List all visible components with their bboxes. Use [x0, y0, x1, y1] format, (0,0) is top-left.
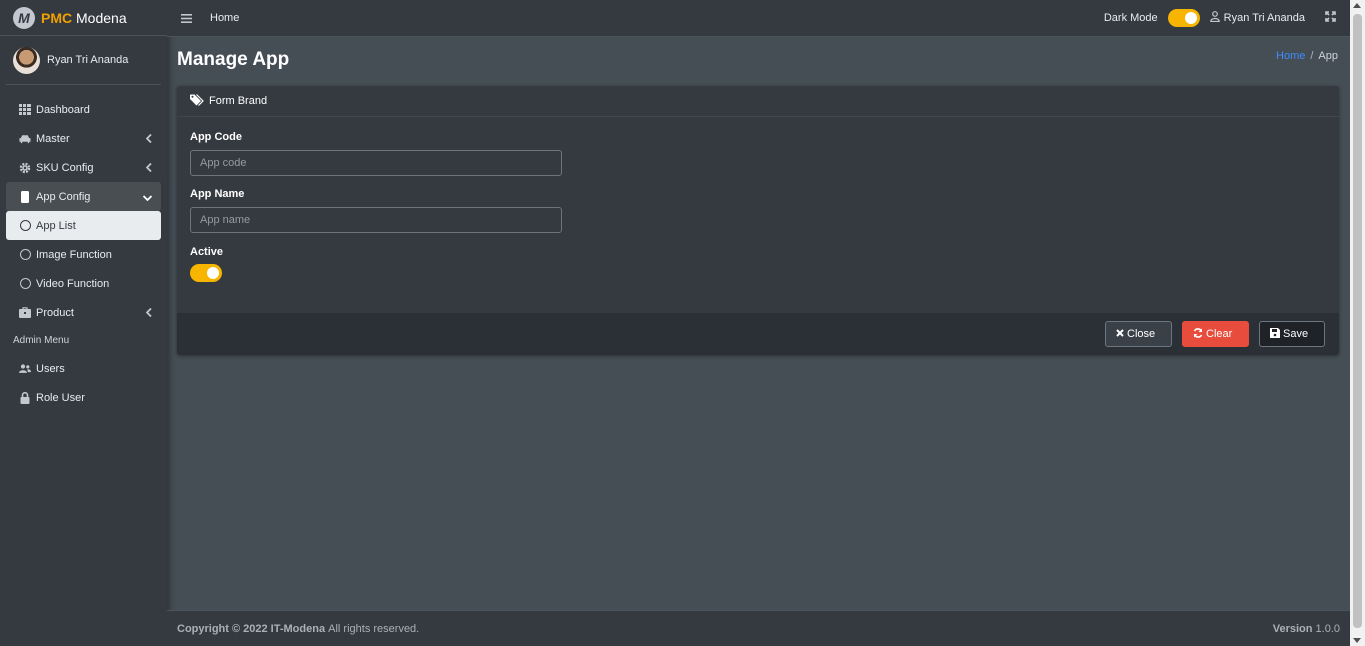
circle-icon [19, 278, 31, 290]
brand-text-bold: PMC [41, 9, 73, 26]
gear-icon [19, 162, 31, 174]
form-brand-card: Form Brand App Code App Name Active Clos… [177, 86, 1339, 355]
navbar-user[interactable]: Ryan Tri Ananda [1209, 11, 1305, 25]
app-name-input[interactable] [190, 207, 562, 233]
brand-text: PMC Modena [41, 10, 127, 26]
active-toggle[interactable] [190, 264, 222, 282]
tags-icon [190, 93, 205, 109]
hamburger-menu-icon[interactable] [181, 11, 192, 26]
fullscreen-icon[interactable] [1325, 11, 1336, 25]
page-title: Manage App [177, 49, 290, 70]
copyright-text: Copyright © 2022 IT-Modena [177, 622, 326, 635]
version-number: 1.0.0 [1315, 622, 1340, 635]
app-name-group: App Name [190, 188, 1326, 233]
car-icon [19, 133, 31, 145]
save-button-label: Save [1283, 328, 1309, 340]
sidebar-item-image-function[interactable]: Image Function [6, 240, 161, 269]
dark-mode-label: Dark Mode [1103, 12, 1158, 24]
sidebar-item-sku-config[interactable]: SKU Config [6, 153, 161, 182]
sidebar-item-label: Role User [36, 391, 85, 404]
brand-text-name: Modena [76, 9, 127, 26]
app-code-label: App Code [190, 131, 242, 143]
refresh-icon [1193, 327, 1203, 341]
brand-logo: M [13, 6, 35, 29]
circle-icon [19, 249, 31, 261]
floppy-disk-icon [1270, 327, 1280, 341]
breadcrumb: Home / App [1276, 50, 1338, 62]
sidebar-item-users[interactable]: Users [6, 354, 161, 383]
close-button[interactable]: Close [1105, 321, 1172, 347]
sidebar-user-name: Ryan Tri Ananda [47, 54, 129, 66]
grid-icon [19, 104, 31, 116]
content-wrapper: Manage App Home / App Form Brand App Cod… [167, 37, 1350, 610]
sidebar-item-label: SKU Config [36, 161, 94, 174]
active-label: Active [190, 246, 224, 258]
users-icon [19, 363, 31, 375]
briefcase-icon [19, 307, 31, 319]
navbar-home-link[interactable]: Home [210, 12, 239, 24]
version-info: Version 1.0.0 [1273, 623, 1340, 635]
top-navbar: Home Dark Mode Ryan Tri Ananda [167, 0, 1350, 37]
lock-icon [19, 391, 31, 404]
sidebar-nav: Dashboard Master SKU Config App Config A… [0, 95, 167, 412]
app-code-input[interactable] [190, 150, 562, 176]
chevron-left-icon [145, 161, 152, 175]
page-footer: Copyright © 2022 IT-Modena All rights re… [167, 610, 1350, 646]
close-button-label: Close [1127, 328, 1156, 340]
clear-button[interactable]: Clear [1182, 321, 1249, 347]
card-title: Form Brand [209, 95, 268, 107]
sidebar-item-label: Product [36, 306, 74, 319]
breadcrumb-home-link[interactable]: Home [1276, 50, 1305, 62]
breadcrumb-current: App [1318, 50, 1338, 62]
sidebar: M PMC Modena Ryan Tri Ananda Dashboard M… [0, 0, 167, 646]
app-name-label: App Name [190, 188, 245, 200]
navbar-right: Dark Mode Ryan Tri Ananda [1104, 0, 1350, 36]
card-header: Form Brand [177, 86, 1339, 117]
sidebar-item-label: Video Function [36, 277, 110, 290]
app-code-group: App Code [190, 131, 1326, 176]
sidebar-item-label: Image Function [36, 248, 112, 261]
sidebar-item-dashboard[interactable]: Dashboard [6, 95, 161, 124]
sidebar-item-label: App List [36, 219, 76, 232]
sidebar-item-label: Users [36, 362, 65, 375]
dark-mode-toggle[interactable] [1167, 9, 1200, 27]
page-scrollbar[interactable] [1350, 0, 1365, 646]
sidebar-item-label: Master [36, 132, 70, 145]
avatar [13, 46, 40, 74]
sidebar-item-label: Dashboard [36, 103, 90, 116]
sidebar-item-master[interactable]: Master [6, 124, 161, 153]
chevron-left-icon [145, 132, 152, 146]
circle-icon [19, 220, 31, 232]
save-button[interactable]: Save [1259, 321, 1325, 347]
scroll-down-arrow-icon[interactable] [1353, 638, 1361, 643]
card-body: App Code App Name Active [177, 131, 1339, 282]
sidebar-item-app-config[interactable]: App Config [6, 182, 161, 211]
user-icon [1209, 11, 1220, 25]
version-label: Version [1272, 622, 1313, 635]
mobile-icon [19, 190, 31, 203]
navbar-user-name: Ryan Tri Ananda [1223, 12, 1305, 24]
chevron-left-icon [145, 306, 152, 320]
card-footer: Close Clear Save [177, 313, 1339, 355]
sidebar-item-video-function[interactable]: Video Function [6, 269, 161, 298]
admin-menu-header: Admin Menu [13, 335, 70, 346]
copyright-rest: All rights reserved. [328, 622, 420, 635]
sidebar-item-app-list[interactable]: App List [6, 211, 161, 240]
clear-button-label: Clear [1206, 328, 1233, 340]
chevron-down-icon [142, 190, 153, 204]
sidebar-item-product[interactable]: Product [6, 298, 161, 327]
brand-link[interactable]: M PMC Modena [0, 0, 167, 36]
user-panel[interactable]: Ryan Tri Ananda [6, 36, 161, 85]
sidebar-item-label: App Config [36, 190, 91, 203]
breadcrumb-separator: / [1310, 50, 1314, 62]
close-icon [1116, 328, 1124, 340]
scroll-up-arrow-icon[interactable] [1353, 3, 1361, 8]
sidebar-item-role-user[interactable]: Role User [6, 383, 161, 412]
active-group: Active [190, 246, 1326, 282]
scrollbar-thumb[interactable] [1353, 14, 1362, 628]
